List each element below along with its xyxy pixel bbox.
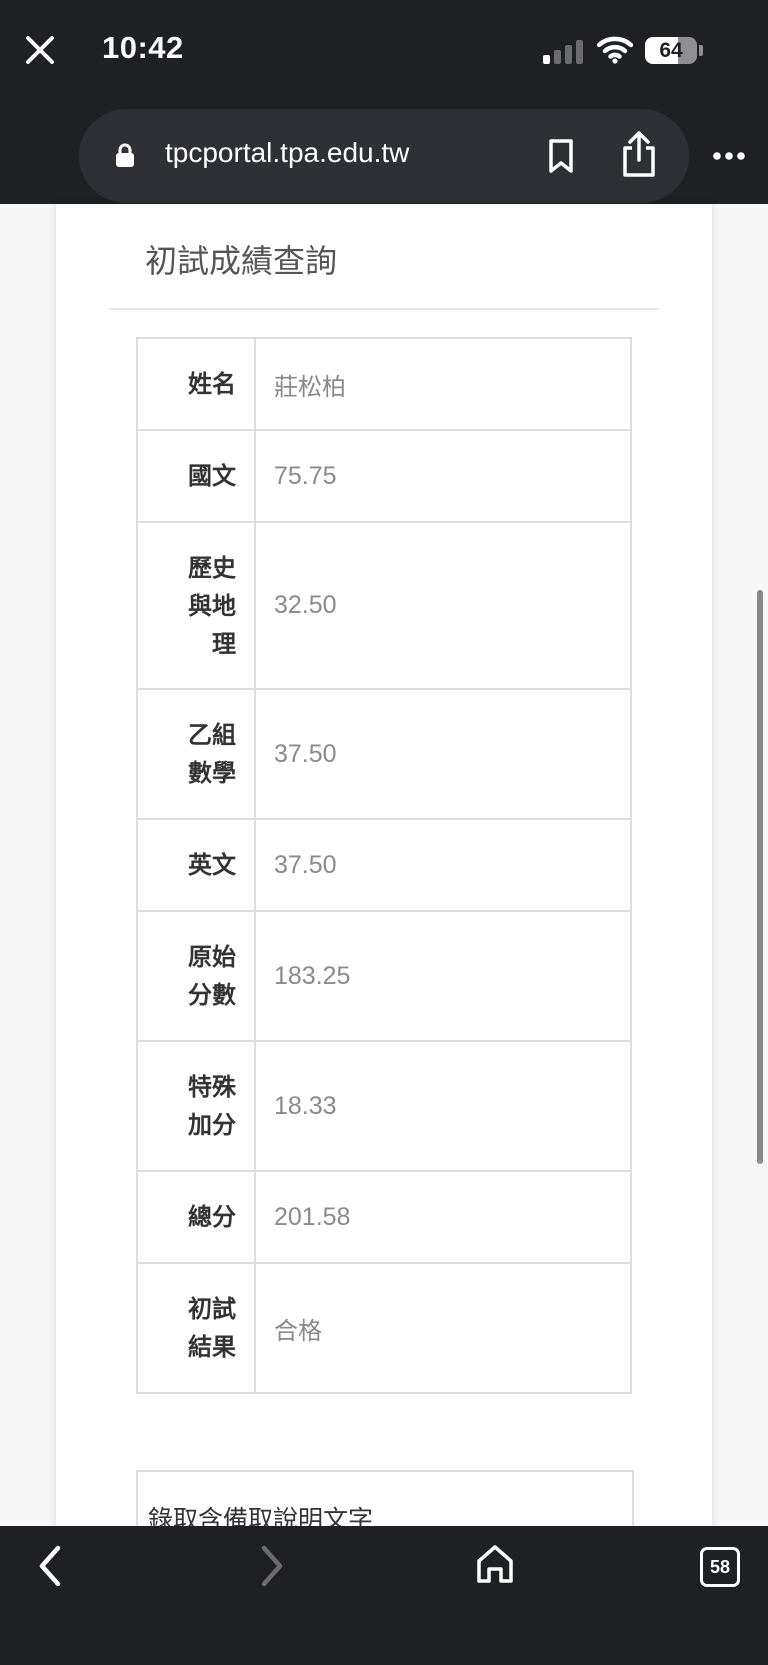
wifi-icon [597, 36, 633, 64]
row-value: 莊松柏 [254, 337, 632, 431]
table-row: 國文 75.75 [136, 429, 632, 523]
table-row: 總分 201.58 [136, 1170, 632, 1264]
row-label: 總分 [136, 1170, 256, 1264]
battery-cap [699, 45, 703, 56]
table-row: 乙組 數學 37.50 [136, 688, 632, 820]
tabs-icon[interactable]: 58 [700, 1547, 740, 1587]
table-row: 原始 分數 183.25 [136, 910, 632, 1042]
row-value: 37.50 [254, 818, 632, 912]
table-row: 姓名 莊松柏 [136, 337, 632, 431]
page-title: 初試成績查詢 [145, 242, 338, 280]
row-label: 歷史 與地理 [136, 521, 256, 690]
row-label: 特殊 加分 [136, 1040, 256, 1172]
status-time: 10:42 [102, 30, 184, 65]
back-icon[interactable] [34, 1544, 66, 1588]
scrollbar[interactable] [757, 590, 763, 1164]
table-row: 歷史 與地理 32.50 [136, 521, 632, 690]
row-value: 75.75 [254, 429, 632, 523]
table-row: 特殊 加分 18.33 [136, 1040, 632, 1172]
title-divider [109, 308, 659, 310]
more-icon[interactable] [712, 150, 746, 162]
battery-icon: 64 [645, 37, 697, 64]
status-bar: 10:42 64 [0, 0, 768, 104]
row-value: 32.50 [254, 521, 632, 690]
row-value: 201.58 [254, 1170, 632, 1264]
bottom-toolbar [0, 1526, 768, 1665]
row-label: 原始 分數 [136, 910, 256, 1042]
row-label: 姓名 [136, 337, 256, 431]
battery-level: 64 [659, 39, 683, 62]
row-label: 初試 結果 [136, 1262, 256, 1394]
share-icon[interactable] [620, 130, 658, 178]
table-row: 初試 結果 合格 [136, 1262, 632, 1394]
row-value: 18.33 [254, 1040, 632, 1172]
url-text[interactable]: tpcportal.tpa.edu.tw [165, 137, 409, 169]
row-label: 英文 [136, 818, 256, 912]
table-row: 英文 37.50 [136, 818, 632, 912]
row-label: 國文 [136, 429, 256, 523]
close-icon[interactable] [20, 30, 60, 70]
bookmark-icon[interactable] [545, 138, 577, 174]
home-icon[interactable] [475, 1543, 515, 1585]
row-value: 合格 [254, 1262, 632, 1394]
score-table: 姓名 莊松柏 國文 75.75 歷史 與地理 32.50 乙組 數學 37.50 英… [136, 337, 632, 1394]
forward-icon [261, 1545, 283, 1587]
signal-icon [543, 40, 585, 64]
row-value: 183.25 [254, 910, 632, 1042]
lock-icon [116, 143, 134, 167]
row-value: 37.50 [254, 688, 632, 820]
row-label: 乙組 數學 [136, 688, 256, 820]
